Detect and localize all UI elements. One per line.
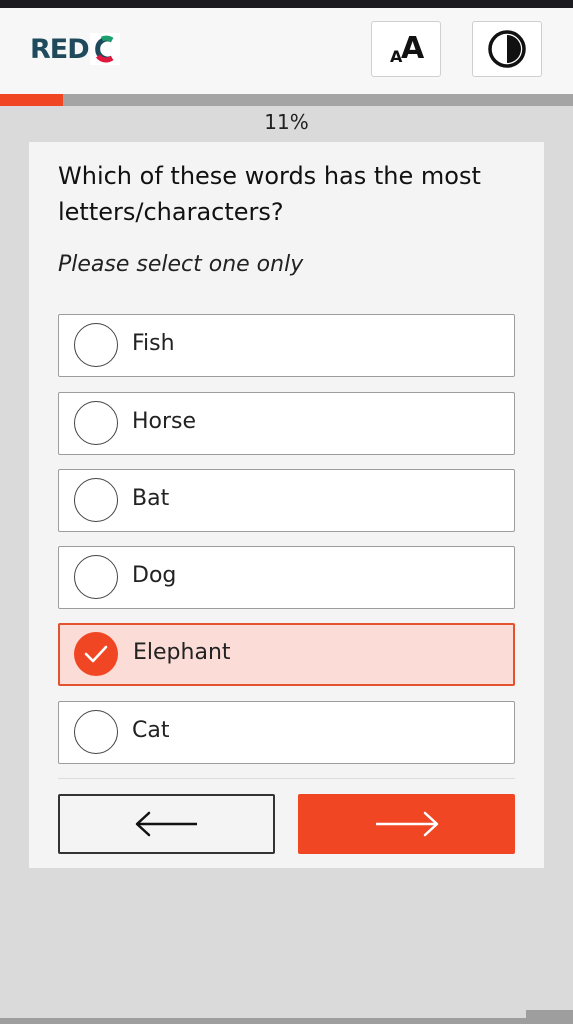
radio-button[interactable]	[74, 478, 118, 522]
arrow-left-icon	[135, 811, 197, 837]
font-size-icon: AA	[390, 31, 425, 66]
progress-bar-fill	[0, 94, 64, 106]
arrow-right-icon	[376, 811, 439, 837]
logo-c-mark	[89, 33, 120, 65]
redc-logo: RED	[30, 33, 120, 65]
logo-text: RED	[30, 33, 90, 65]
option-label: Bat	[132, 486, 170, 511]
radio-button[interactable]	[74, 401, 118, 445]
option-label: Cat	[132, 718, 170, 743]
bottom-bar	[0, 1010, 573, 1024]
question-card: Which of these words has the most letter…	[29, 142, 544, 868]
app-header: RED AA	[0, 8, 573, 94]
progress-bar	[0, 94, 573, 106]
contrast-icon	[488, 30, 526, 68]
question-text: Which of these words has the most letter…	[58, 162, 481, 226]
option-fish[interactable]: Fish	[58, 314, 515, 377]
progress-percent: 11%	[264, 110, 309, 134]
option-dog[interactable]: Dog	[58, 546, 515, 609]
option-label: Horse	[132, 409, 197, 434]
back-button[interactable]	[58, 794, 275, 854]
radio-button[interactable]	[74, 323, 118, 367]
option-label: Elephant	[133, 640, 231, 665]
radio-button[interactable]	[74, 710, 118, 754]
radio-button[interactable]	[74, 555, 118, 599]
divider	[58, 778, 515, 779]
option-cat[interactable]: Cat	[58, 701, 515, 764]
option-label: Fish	[132, 331, 175, 356]
bottom-bar-handle	[526, 1010, 573, 1024]
next-button[interactable]	[298, 794, 515, 854]
option-elephant[interactable]: Elephant	[58, 623, 515, 686]
option-label: Dog	[132, 563, 177, 588]
question-instruction: Please select one only	[58, 252, 304, 277]
contrast-button[interactable]	[472, 21, 542, 77]
option-bat[interactable]: Bat	[58, 469, 515, 532]
radio-button-checked[interactable]	[74, 632, 118, 676]
checkmark-icon	[84, 645, 108, 663]
font-size-button[interactable]: AA	[371, 21, 441, 77]
option-horse[interactable]: Horse	[58, 392, 515, 455]
status-bar	[0, 0, 573, 8]
